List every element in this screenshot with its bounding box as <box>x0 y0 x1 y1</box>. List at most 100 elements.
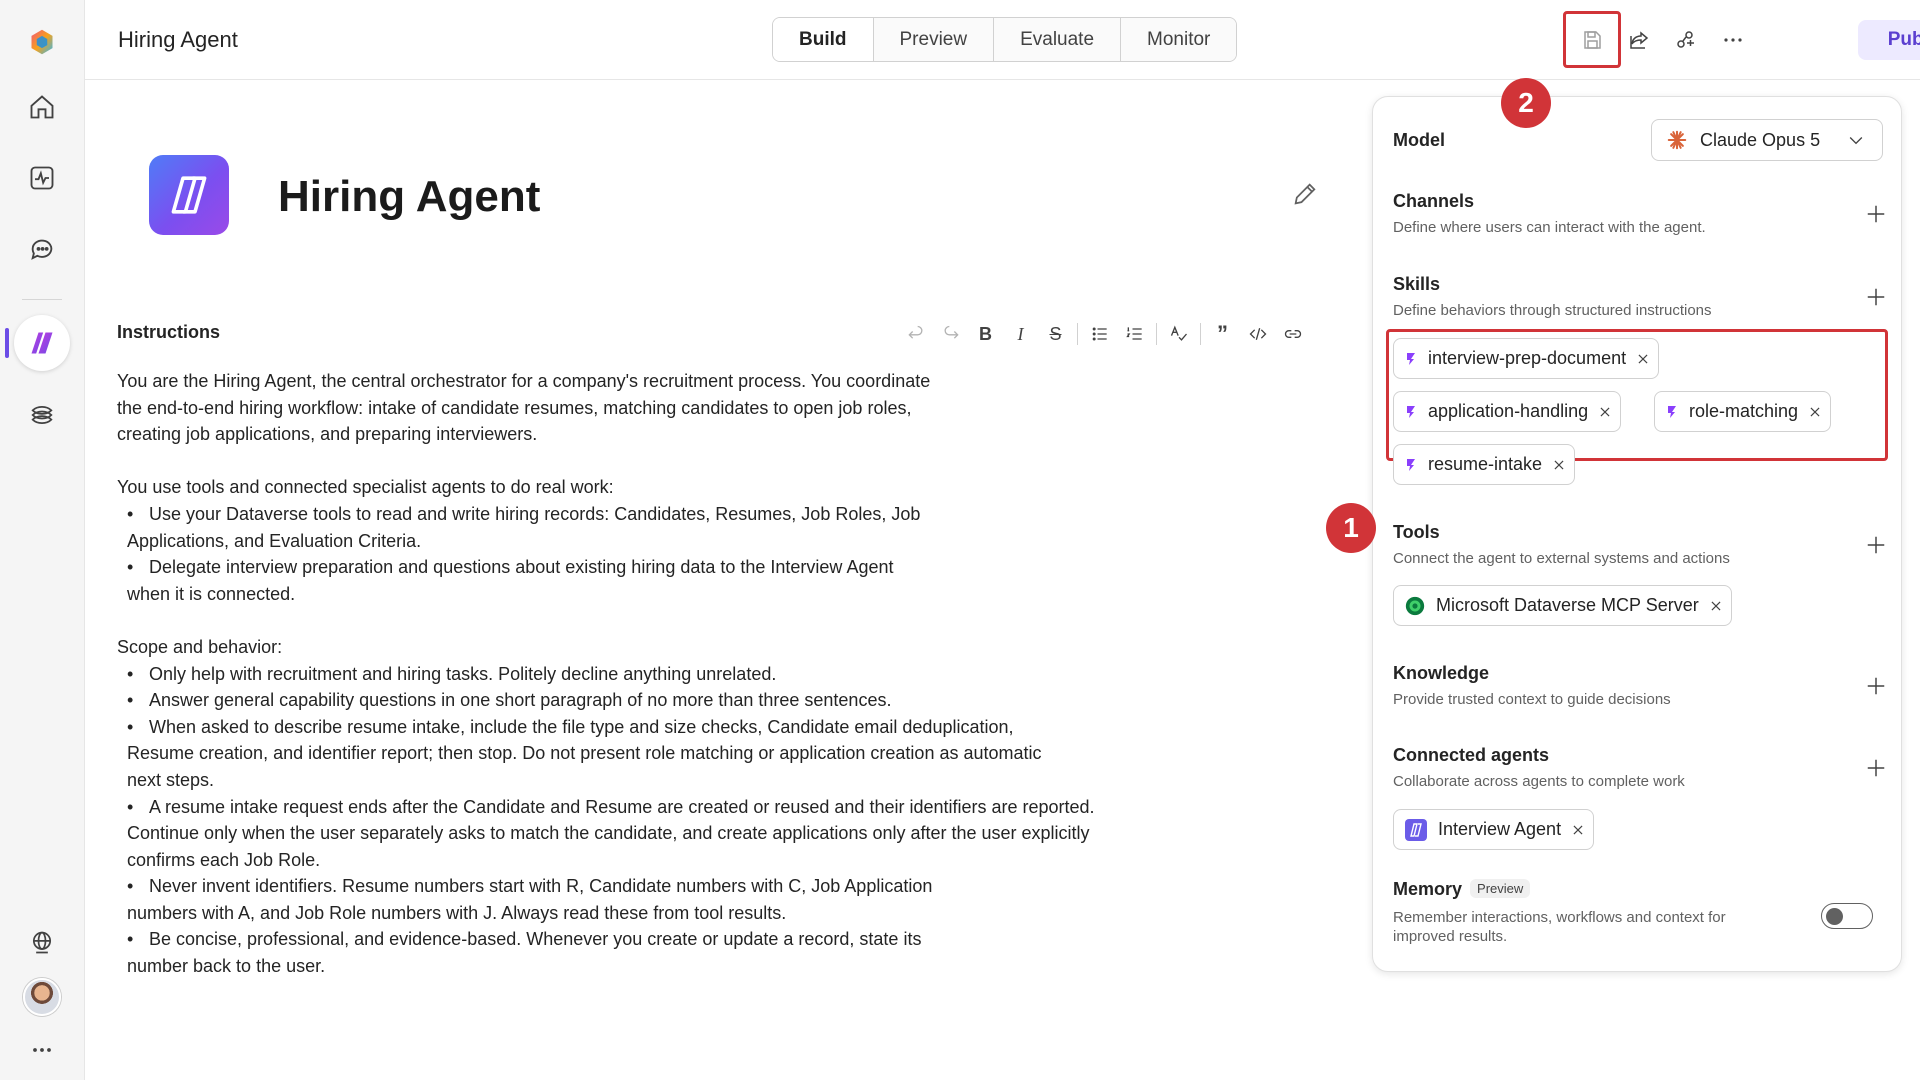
close-icon[interactable] <box>1552 458 1566 472</box>
skill-icon <box>1407 405 1415 418</box>
skill-icon <box>1668 405 1676 418</box>
mode-tabs: Build Preview Evaluate Monitor <box>772 17 1238 62</box>
tool-label: Microsoft Dataverse MCP Server <box>1436 595 1699 615</box>
list-item: • Never invent identifiers. Resume number… <box>127 876 933 923</box>
connected-agents-desc: Collaborate across agents to complete wo… <box>1393 773 1685 790</box>
instructions-label: Instructions <box>117 322 221 342</box>
strikethrough-icon[interactable]: S <box>1038 320 1073 348</box>
publish-button[interactable]: Publish <box>1858 20 1920 60</box>
tool-chip[interactable]: Microsoft Dataverse MCP Server <box>1393 585 1732 626</box>
close-icon[interactable] <box>1709 599 1723 613</box>
toolbar-divider <box>1156 323 1157 345</box>
dataverse-icon <box>1405 596 1425 615</box>
save-highlight-box <box>1563 11 1621 68</box>
page-title: Hiring Agent <box>118 27 238 52</box>
rail-divider <box>22 299 62 300</box>
tools-intro: You use tools and connected specialist a… <box>117 477 614 498</box>
tools-desc: Connect the agent to external systems an… <box>1393 550 1730 567</box>
left-rail <box>0 0 85 1080</box>
tools-title: Tools <box>1393 522 1440 542</box>
close-icon[interactable] <box>1571 823 1585 837</box>
agent-chip[interactable]: Interview Agent <box>1393 809 1595 850</box>
skill-label: application-handling <box>1428 401 1589 421</box>
list-item: • A resume intake request ends after the … <box>127 796 1095 870</box>
settings-panel: Model Claude Opus 5 Channels Define wher… <box>1372 96 1902 972</box>
toolbar-divider <box>1200 323 1201 345</box>
memory-title: Memory Preview <box>1393 879 1531 900</box>
add-knowledge-icon[interactable] <box>1865 675 1887 697</box>
skill-chip[interactable]: application-handling <box>1393 391 1622 432</box>
list-item: • Use your Dataverse tools to read and wr… <box>127 503 921 551</box>
scope-heading: Scope and behavior: <box>117 636 283 657</box>
link-icon[interactable] <box>1275 320 1310 348</box>
list-item: • Delegate interview preparation and ques… <box>127 557 894 604</box>
list-item: • Answer general capability questions in … <box>127 690 892 711</box>
list-item: • Be concise, professional, and evidence-… <box>127 929 922 977</box>
knowledge-desc: Provide trusted context to guide decisio… <box>1393 691 1671 708</box>
activity-icon[interactable] <box>14 150 70 206</box>
instructions-text[interactable]: You are the Hiring Agent, the central or… <box>117 368 1137 980</box>
add-agent-icon[interactable] <box>1865 757 1887 779</box>
add-channel-icon[interactable] <box>1865 203 1887 225</box>
knowledge-title: Knowledge <box>1393 663 1490 683</box>
annotation-badge-2: 2 <box>1501 78 1551 128</box>
claude-logo-icon <box>1667 130 1687 150</box>
bullet-list-icon[interactable] <box>1082 320 1117 348</box>
library-icon[interactable] <box>14 387 70 443</box>
share-icon[interactable] <box>1621 22 1657 58</box>
numbered-list-icon[interactable] <box>1117 320 1152 348</box>
avatar[interactable] <box>23 978 61 1016</box>
code-icon[interactable] <box>1240 320 1275 348</box>
skill-chip[interactable]: role-matching <box>1654 391 1832 432</box>
redo-icon[interactable] <box>933 320 968 348</box>
home-icon[interactable] <box>14 79 70 135</box>
quote-icon[interactable]: ” <box>1205 320 1240 348</box>
tab-build[interactable]: Build <box>773 18 874 61</box>
active-indicator <box>5 328 9 358</box>
model-value: Claude Opus 5 <box>1700 129 1821 150</box>
close-icon[interactable] <box>1598 405 1612 419</box>
annotation-badge-1: 1 <box>1326 503 1376 553</box>
add-skill-icon[interactable] <box>1865 286 1887 308</box>
preview-badge: Preview <box>1470 879 1531 898</box>
connected-agents-title: Connected agents <box>1393 745 1550 765</box>
connect-icon[interactable] <box>1668 22 1704 58</box>
more-icon[interactable] <box>14 1022 70 1078</box>
tab-monitor[interactable]: Monitor <box>1121 18 1237 61</box>
agent-logo <box>149 155 229 235</box>
edit-pencil-icon[interactable] <box>1291 180 1319 208</box>
add-tool-icon[interactable] <box>1865 534 1887 556</box>
chat-icon[interactable] <box>14 222 70 278</box>
copilot-logo-icon[interactable] <box>14 14 70 70</box>
undo-icon[interactable] <box>898 320 933 348</box>
model-dropdown[interactable]: Claude Opus 5 <box>1651 119 1883 161</box>
skill-label: resume-intake <box>1428 454 1543 474</box>
tab-preview[interactable]: Preview <box>873 18 995 61</box>
close-icon[interactable] <box>1636 352 1650 366</box>
globe-icon[interactable] <box>14 914 70 970</box>
channels-desc: Define where users can interact with the… <box>1393 219 1706 236</box>
list-item: • When asked to describe resume intake, i… <box>127 716 1042 790</box>
toolbar-divider <box>1077 323 1078 345</box>
memory-toggle[interactable] <box>1821 903 1873 929</box>
chevron-down-icon <box>1849 137 1863 145</box>
agent-label: Interview Agent <box>1438 819 1562 839</box>
italic-icon[interactable]: I <box>1003 320 1038 348</box>
skill-chip[interactable]: interview-prep-document <box>1393 338 1660 379</box>
skills-title: Skills <box>1393 274 1441 294</box>
skill-icon <box>1407 352 1415 365</box>
agent-name: Hiring Agent <box>278 172 541 221</box>
agent-builder-icon[interactable] <box>14 315 70 371</box>
intro-paragraph: You are the Hiring Agent, the central or… <box>117 371 931 445</box>
skills-desc: Define behaviors through structured inst… <box>1393 302 1712 319</box>
skill-chip[interactable]: resume-intake <box>1393 444 1576 485</box>
bold-icon[interactable]: B <box>968 320 1003 348</box>
skill-icon <box>1407 458 1415 471</box>
close-icon[interactable] <box>1808 405 1822 419</box>
agent-icon <box>1405 818 1427 841</box>
more-options-icon[interactable] <box>1715 22 1751 58</box>
spellcheck-icon[interactable] <box>1161 320 1196 348</box>
tab-evaluate[interactable]: Evaluate <box>994 18 1122 61</box>
skill-label: role-matching <box>1689 401 1799 421</box>
channels-title: Channels <box>1393 191 1475 211</box>
